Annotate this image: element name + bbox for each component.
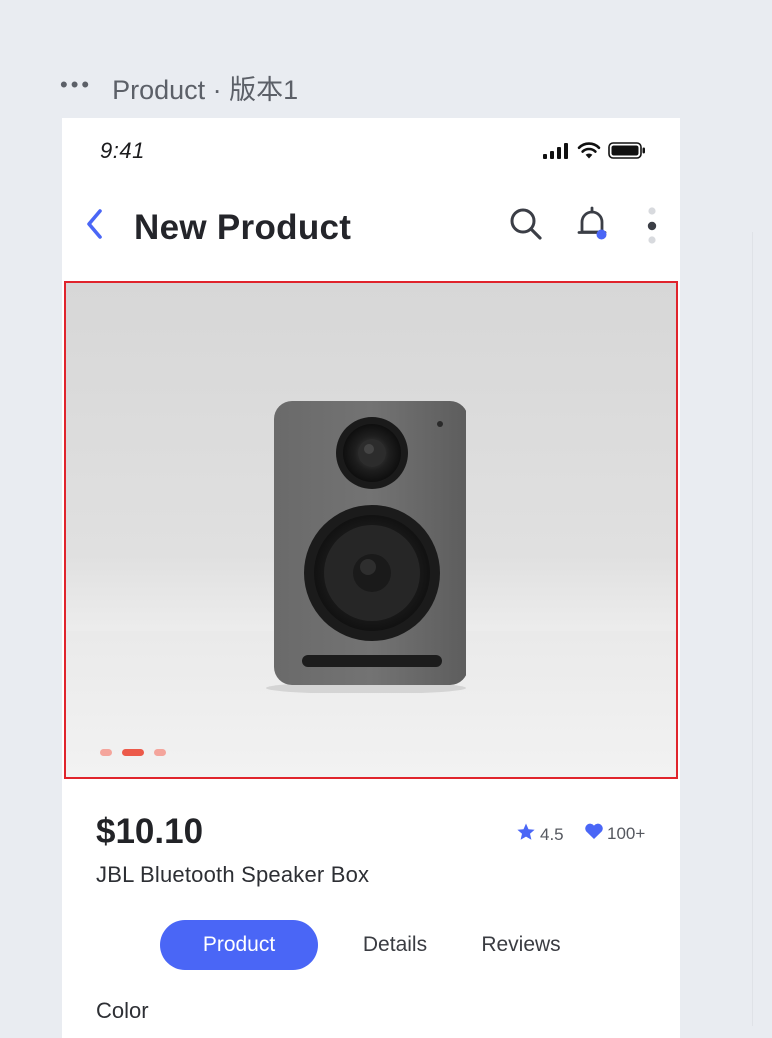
- more-vertical-icon: [644, 207, 660, 250]
- notifications-button[interactable]: [576, 206, 608, 242]
- bell-icon: [576, 206, 608, 246]
- product-image-carousel[interactable]: [64, 281, 678, 779]
- more-button[interactable]: [644, 206, 660, 246]
- battery-icon: [608, 142, 646, 159]
- tab-reviews[interactable]: Reviews: [466, 920, 576, 970]
- color-section-label: Color: [96, 998, 149, 1023]
- wifi-icon: [577, 142, 601, 159]
- carousel-indicator[interactable]: [100, 749, 166, 756]
- heart-icon: [584, 822, 604, 845]
- frame-menu-icon[interactable]: •••: [60, 72, 92, 98]
- tab-details[interactable]: Details: [340, 920, 450, 970]
- rating-value: 4.5: [540, 824, 564, 844]
- page-title: New Product: [134, 208, 352, 247]
- product-price: $10.10: [96, 812, 204, 851]
- carousel-dot[interactable]: [100, 749, 112, 756]
- status-icons: [543, 142, 646, 159]
- search-button[interactable]: [508, 206, 544, 242]
- frame-name[interactable]: Product · 版本1: [112, 68, 298, 107]
- canvas-divider: [752, 232, 753, 1026]
- frame-label: ••• Product · 版本1: [60, 68, 298, 106]
- cellular-signal-icon: [543, 142, 570, 159]
- speaker-photo: [266, 397, 468, 698]
- product-name: JBL Bluetooth Speaker Box: [96, 862, 370, 887]
- product-tabs: Product Details Reviews: [160, 920, 576, 970]
- star-icon: [516, 822, 536, 847]
- product-likes[interactable]: 100+: [584, 822, 645, 845]
- phone-screen: 9:41 New Product $10.10 4.5 100+ JBL Blu…: [62, 118, 680, 1038]
- chevron-left-icon: [85, 208, 105, 245]
- status-bar: 9:41: [62, 118, 680, 188]
- carousel-dot[interactable]: [154, 749, 166, 756]
- status-time: 9:41: [100, 138, 145, 163]
- back-button[interactable]: [82, 208, 108, 244]
- likes-count: 100+: [607, 823, 646, 843]
- carousel-dot-active[interactable]: [122, 749, 144, 756]
- nav-bar: New Product: [62, 194, 680, 264]
- search-icon: [508, 208, 544, 246]
- tab-product[interactable]: Product: [160, 920, 318, 970]
- product-rating: 4.5: [516, 822, 564, 847]
